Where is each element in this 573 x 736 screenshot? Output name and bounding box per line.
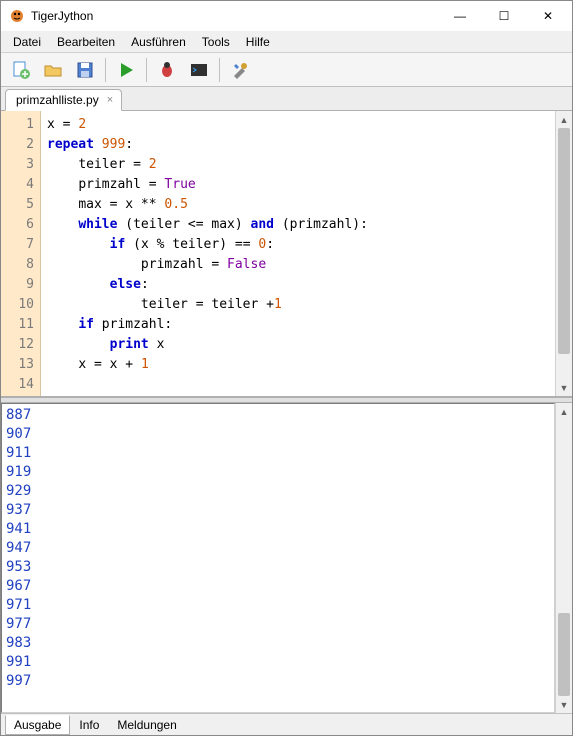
debug-button[interactable] bbox=[153, 56, 181, 84]
code-editor[interactable]: x = 2 repeat 999: teiler = 2 primzahl = … bbox=[41, 111, 555, 396]
maximize-button[interactable]: ☐ bbox=[482, 2, 526, 30]
editor-tab[interactable]: primzahlliste.py × bbox=[5, 89, 122, 111]
tab-ausgabe[interactable]: Ausgabe bbox=[5, 715, 70, 735]
preferences-button[interactable] bbox=[226, 56, 254, 84]
output-area: 887 907 911 919 929 937 941 947 953 967 … bbox=[1, 403, 572, 713]
open-file-button[interactable] bbox=[39, 56, 67, 84]
play-icon bbox=[116, 60, 136, 80]
toolbar bbox=[1, 53, 572, 87]
tools-icon bbox=[230, 60, 250, 80]
console-button[interactable] bbox=[185, 56, 213, 84]
close-window-button[interactable]: ✕ bbox=[526, 2, 570, 30]
bug-icon bbox=[157, 60, 177, 80]
output-tabbar: Ausgabe Info Meldungen bbox=[1, 713, 572, 735]
line-number-gutter: 1234567891011121314 bbox=[1, 111, 41, 396]
console-icon bbox=[189, 60, 209, 80]
app-logo-icon bbox=[9, 8, 25, 24]
window-title: TigerJython bbox=[31, 9, 438, 23]
menu-ausfuehren[interactable]: Ausführen bbox=[123, 33, 194, 51]
menu-bearbeiten[interactable]: Bearbeiten bbox=[49, 33, 123, 51]
scroll-up-icon[interactable]: ▲ bbox=[556, 403, 572, 420]
new-file-icon bbox=[11, 60, 31, 80]
editor-area: 1234567891011121314 x = 2 repeat 999: te… bbox=[1, 111, 572, 397]
toolbar-separator bbox=[146, 58, 147, 82]
titlebar: TigerJython — ☐ ✕ bbox=[1, 1, 572, 31]
output-scrollbar[interactable]: ▲ ▼ bbox=[555, 403, 572, 713]
editor-scrollbar[interactable]: ▲ ▼ bbox=[555, 111, 572, 396]
save-file-icon bbox=[75, 60, 95, 80]
run-button[interactable] bbox=[112, 56, 140, 84]
tab-meldungen[interactable]: Meldungen bbox=[108, 715, 185, 735]
tab-label: primzahlliste.py bbox=[16, 93, 99, 107]
menu-datei[interactable]: Datei bbox=[5, 33, 49, 51]
scroll-down-icon[interactable]: ▼ bbox=[556, 696, 572, 713]
output-text[interactable]: 887 907 911 919 929 937 941 947 953 967 … bbox=[1, 403, 555, 713]
scroll-up-icon[interactable]: ▲ bbox=[556, 111, 572, 128]
scroll-thumb[interactable] bbox=[558, 613, 570, 696]
scroll-track[interactable] bbox=[556, 128, 572, 379]
scroll-track[interactable] bbox=[556, 420, 572, 696]
menu-hilfe[interactable]: Hilfe bbox=[238, 33, 278, 51]
scroll-thumb[interactable] bbox=[558, 128, 570, 354]
menubar: Datei Bearbeiten Ausführen Tools Hilfe bbox=[1, 31, 572, 53]
open-file-icon bbox=[43, 60, 63, 80]
minimize-button[interactable]: — bbox=[438, 2, 482, 30]
scroll-down-icon[interactable]: ▼ bbox=[556, 379, 572, 396]
menu-tools[interactable]: Tools bbox=[194, 33, 238, 51]
toolbar-separator bbox=[219, 58, 220, 82]
toolbar-separator bbox=[105, 58, 106, 82]
save-file-button[interactable] bbox=[71, 56, 99, 84]
new-file-button[interactable] bbox=[7, 56, 35, 84]
tab-info[interactable]: Info bbox=[70, 715, 108, 735]
editor-tabbar: primzahlliste.py × bbox=[1, 87, 572, 111]
tab-close-button[interactable]: × bbox=[107, 94, 113, 106]
